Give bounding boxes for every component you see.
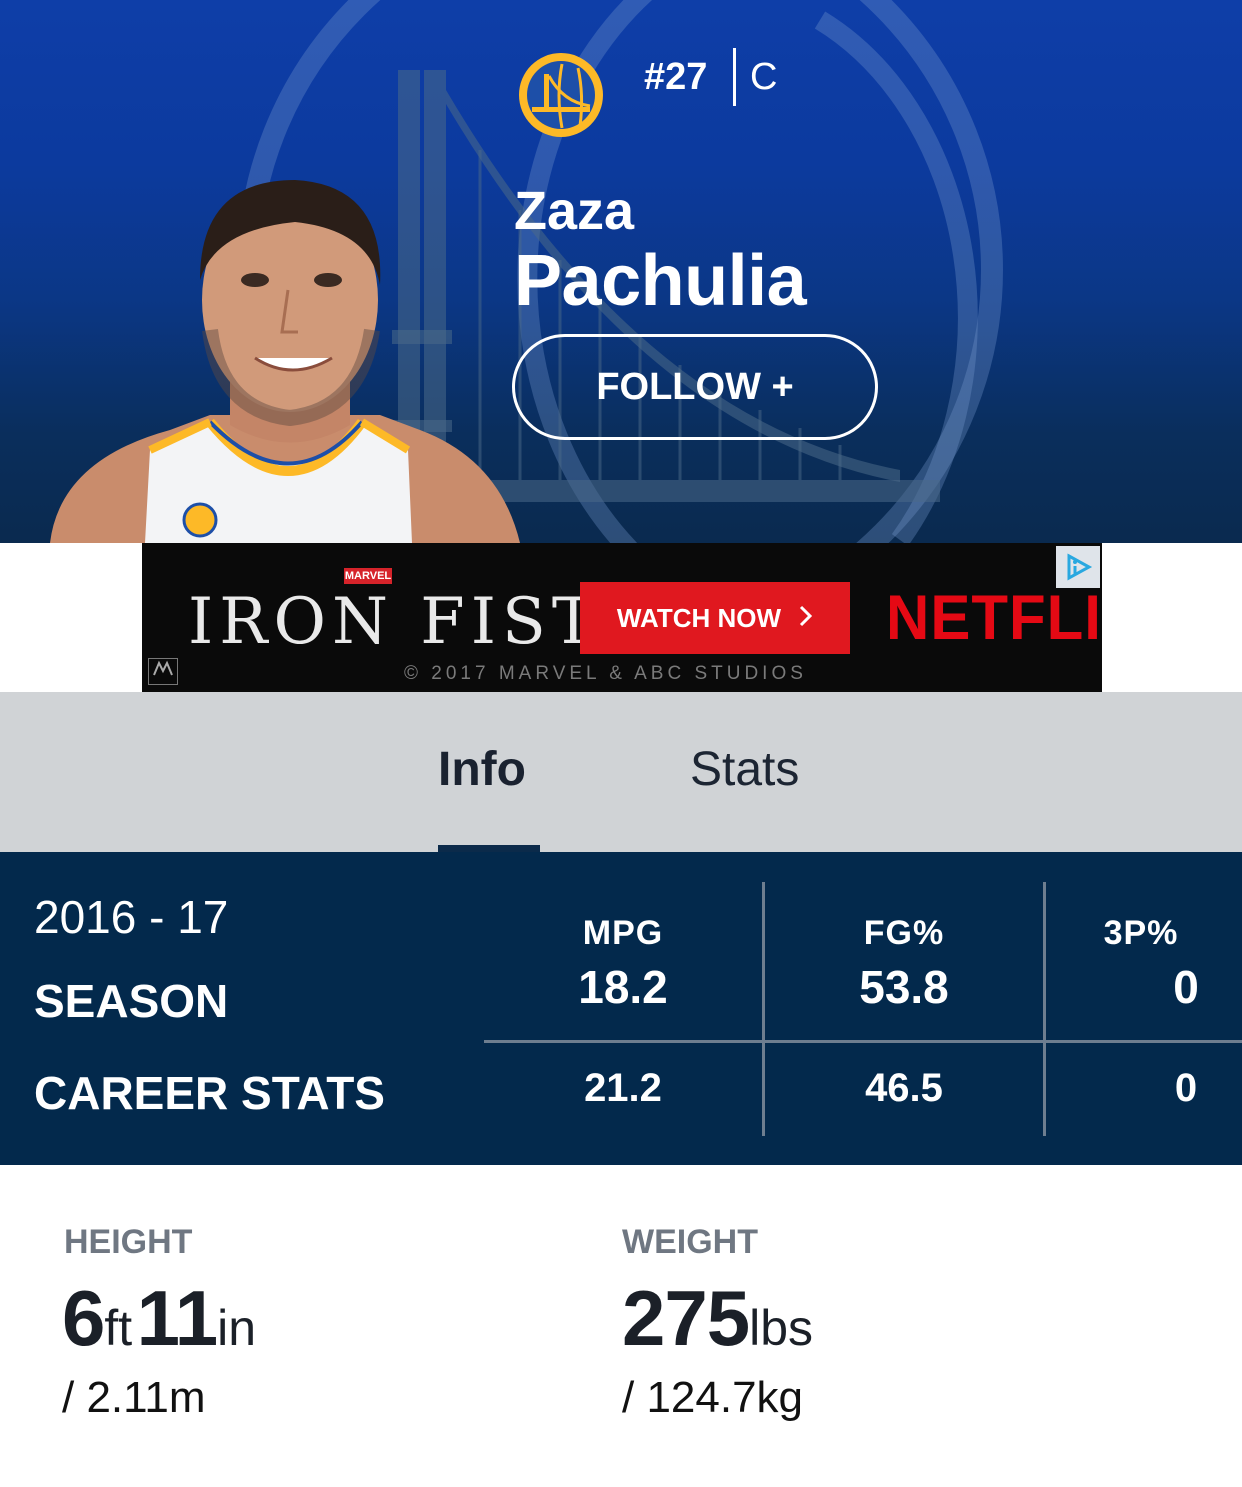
stat-season-mpg: 18.2 xyxy=(578,961,668,1013)
player-header: #27 C Zaza Pachulia FOLLOW + xyxy=(0,0,1242,543)
stats-summary: 2016 - 17 SEASON CAREER STATS MPG 18.2 2… xyxy=(0,852,1242,1165)
height-inches: 11 xyxy=(136,1274,218,1362)
height-feet: 6 xyxy=(62,1274,105,1362)
stat-career-fg: 46.5 xyxy=(865,1066,943,1110)
stat-career-mpg: 21.2 xyxy=(584,1066,662,1110)
watch-now-label: WATCH NOW xyxy=(616,602,782,633)
height-metric: / 2.11m xyxy=(62,1373,206,1422)
stat-header-mpg: MPG xyxy=(582,914,664,952)
player-position: C xyxy=(750,56,778,98)
stat-header-3p: 3P% xyxy=(1103,914,1179,952)
jersey-number: #27 xyxy=(644,56,708,98)
player-headshot xyxy=(50,180,520,543)
weight-number: 275 xyxy=(622,1274,750,1362)
weight-unit: lbs xyxy=(749,1300,814,1356)
row-divider xyxy=(484,1040,1242,1043)
adchoices-icon[interactable] xyxy=(1056,546,1100,588)
team-logo-icon xyxy=(519,53,603,137)
tab-stats[interactable]: Stats xyxy=(690,742,799,797)
tab-info[interactable]: Info xyxy=(438,742,526,797)
chevron-right-icon xyxy=(799,603,813,634)
ad-network-logo: NETFLIX xyxy=(886,582,1102,653)
player-bio: HEIGHT 6ft 11in / 2.11m WEIGHT 275lbs / … xyxy=(0,1165,1242,1487)
weight-value: 275lbs xyxy=(622,1273,813,1364)
ad-copyright: © 2017 MARVEL & ABC STUDIOS xyxy=(404,663,807,684)
stat-header-fg: FG% xyxy=(863,914,945,952)
ad-publisher-icon xyxy=(148,658,178,685)
divider xyxy=(733,48,736,106)
stat-career-3p: 0 xyxy=(1174,1066,1198,1110)
stat-season-3p: 0 xyxy=(1173,961,1199,1013)
season-label: SEASON xyxy=(34,975,229,1027)
ad-brand-logo: MARVEL xyxy=(344,568,392,584)
height-inches-unit: in xyxy=(217,1300,257,1356)
stat-season-fg: 53.8 xyxy=(859,961,949,1013)
weight-metric: / 124.7kg xyxy=(622,1373,804,1422)
ad-banner[interactable]: MARVEL IRON FIST WATCH NOW NETFLIX © 201… xyxy=(142,543,1102,692)
season-year: 2016 - 17 xyxy=(34,891,229,943)
watch-now-button[interactable]: WATCH NOW xyxy=(580,582,850,654)
player-first-name: Zaza xyxy=(514,181,635,241)
tab-bar: Info Stats xyxy=(0,692,1242,852)
active-tab-indicator xyxy=(438,845,540,852)
height-value: 6ft 11in xyxy=(62,1273,256,1364)
player-last-name: Pachulia xyxy=(514,241,807,321)
ad-title: IRON FIST xyxy=(188,585,601,659)
career-stats-label: CAREER STATS xyxy=(34,1067,385,1119)
height-feet-unit: ft xyxy=(104,1300,133,1356)
follow-button[interactable]: FOLLOW + xyxy=(512,334,878,440)
height-label: HEIGHT xyxy=(64,1223,193,1261)
weight-label: WEIGHT xyxy=(622,1223,758,1261)
